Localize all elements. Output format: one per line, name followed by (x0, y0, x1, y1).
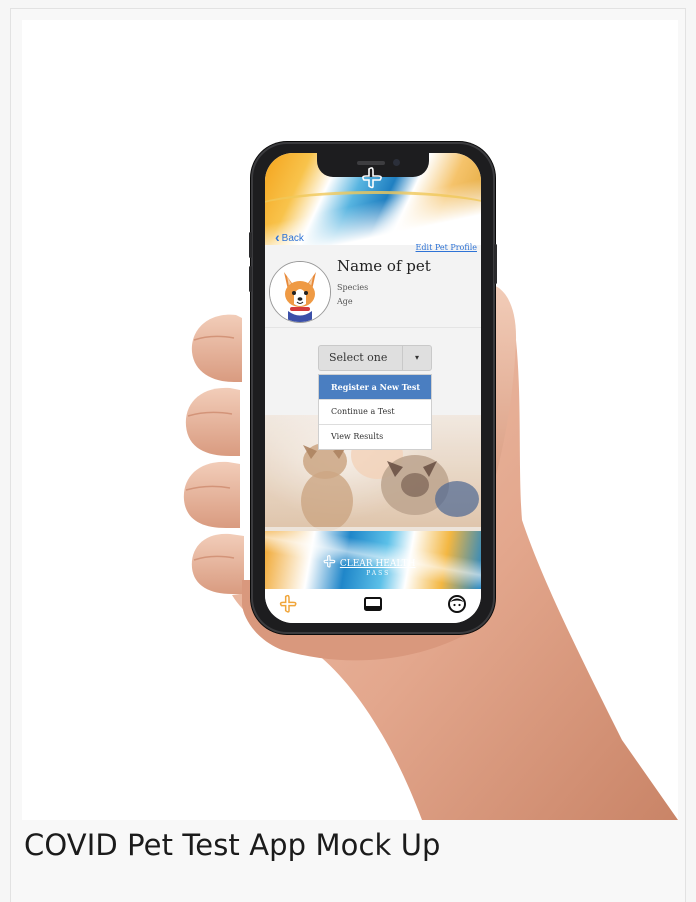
pet-age: Age (337, 297, 353, 306)
app-logo-icon (361, 167, 385, 194)
brand-sub: PASS (366, 570, 391, 577)
brand-cross-icon (323, 555, 336, 568)
tablet-icon (364, 597, 382, 611)
brand-logo: CLEAR HEALTH PASS (323, 555, 415, 577)
back-button[interactable]: ‹ Back (275, 229, 304, 245)
tab-device[interactable] (363, 595, 383, 617)
action-select[interactable]: Select one ▾ (318, 345, 432, 371)
tab-profile[interactable] (447, 594, 467, 618)
edit-pet-profile-link[interactable]: Edit Pet Profile (416, 243, 477, 252)
pet-species: Species (337, 283, 369, 292)
pet-avatar (269, 261, 331, 323)
speaker (357, 161, 385, 165)
figure-caption: COVID Pet Test App Mock Up (24, 828, 441, 862)
corgi-icon (270, 262, 330, 322)
volume-button (249, 232, 252, 258)
menu-item-view-results[interactable]: View Results (319, 425, 431, 449)
camera (393, 159, 400, 166)
menu-item-continue-test[interactable]: Continue a Test (319, 400, 431, 425)
phone-screen: ‹ Back Edit Pet Profile Name of pet Speci… (265, 153, 481, 623)
menu-item-register-new-test[interactable]: Register a New Test (319, 375, 431, 400)
bottom-tab-bar (265, 589, 481, 623)
tab-health[interactable] (279, 594, 299, 618)
back-label: Back (281, 233, 304, 244)
health-cross-icon (279, 594, 297, 613)
brand-name: CLEAR HEALTH (339, 559, 416, 569)
volume-button (249, 266, 252, 292)
select-label: Select one (319, 346, 403, 370)
divider (265, 327, 481, 328)
profile-face-icon (448, 595, 466, 613)
chevron-left-icon: ‹ (275, 229, 280, 245)
power-button (494, 244, 497, 284)
caret-down-icon: ▾ (414, 353, 419, 362)
action-dropdown-menu: Register a New Test Continue a Test View… (318, 374, 432, 450)
pet-name: Name of pet (337, 257, 431, 275)
mockup-photo: ‹ Back Edit Pet Profile Name of pet Speci… (22, 20, 678, 820)
